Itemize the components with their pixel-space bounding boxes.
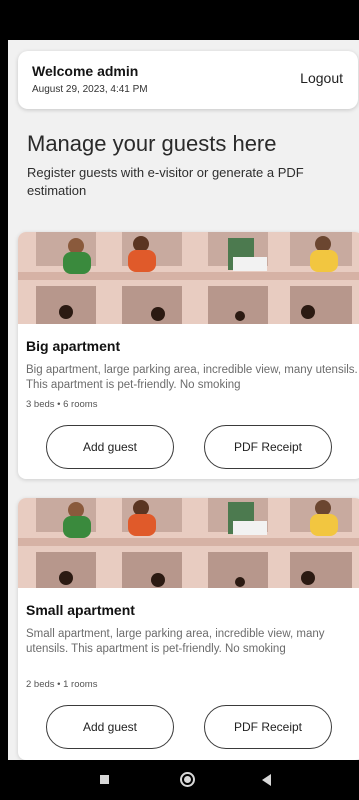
square-icon[interactable] [100, 775, 109, 784]
circle-icon[interactable] [180, 772, 195, 787]
apartment-meta: 2 beds • 1 rooms [26, 679, 98, 690]
status-bar [0, 0, 359, 40]
apartment-card: Big apartment Big apartment, large parki… [18, 232, 359, 479]
add-guest-button[interactable]: Add guest [46, 425, 174, 469]
apartment-description: Big apartment, large parking area, incre… [26, 364, 358, 391]
page-subtitle: Register guests with e-visitor or genera… [27, 165, 304, 198]
datetime-text: August 29, 2023, 4:41 PM [32, 84, 148, 95]
navigation-bar [0, 760, 359, 800]
apartment-illustration [18, 498, 359, 588]
triangle-back-icon[interactable] [262, 774, 271, 786]
pdf-receipt-button[interactable]: PDF Receipt [204, 425, 332, 469]
app-screen: Welcome admin August 29, 2023, 4:41 PM L… [8, 40, 359, 760]
page-title: Manage your guests here [27, 131, 277, 156]
apartment-meta: 3 beds • 6 rooms [26, 399, 98, 410]
add-guest-button[interactable]: Add guest [46, 705, 174, 749]
apartment-title: Big apartment [26, 338, 121, 354]
apartment-description: Small apartment, large parking area, inc… [26, 628, 325, 655]
apartment-card: Small apartment Small apartment, large p… [18, 498, 359, 760]
pdf-receipt-button[interactable]: PDF Receipt [204, 705, 332, 749]
welcome-text: Welcome admin [32, 63, 139, 79]
header-card: Welcome admin August 29, 2023, 4:41 PM L… [18, 51, 358, 109]
apartment-illustration [18, 232, 359, 324]
logout-button[interactable]: Logout [300, 70, 343, 86]
apartment-title: Small apartment [26, 602, 135, 618]
